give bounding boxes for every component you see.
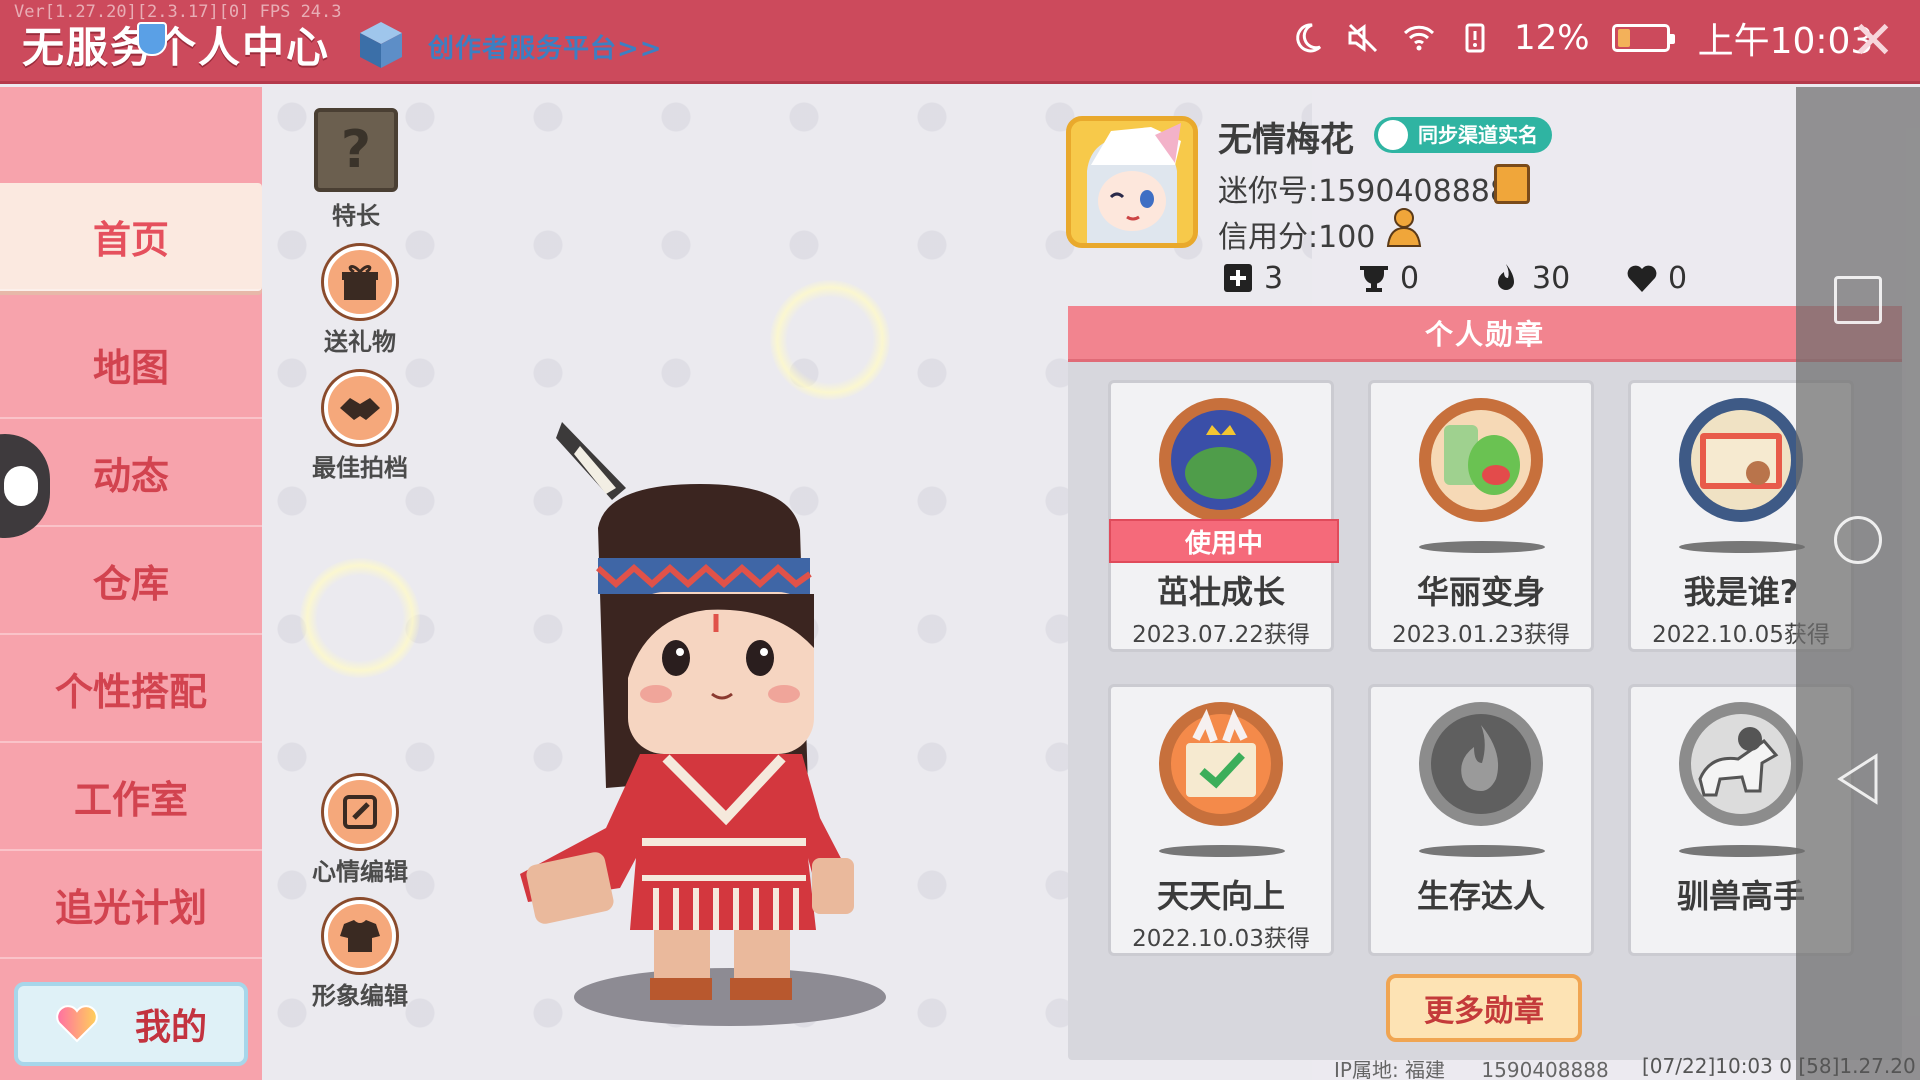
ip-location: IP属地: 福建 [1334, 1058, 1446, 1080]
medal-header: 个人勋章 [1068, 306, 1902, 362]
status-bar: 12% 上午10:03 [1290, 16, 1873, 62]
footer-ip: IP属地: 福建 1590408888 [1334, 1054, 1609, 1080]
close-button[interactable]: ✕ [1848, 15, 1898, 67]
stat-heart-value: 0 [1668, 260, 1688, 296]
best-partner-label: 最佳拍档 [312, 454, 408, 482]
avatar[interactable] [1066, 116, 1198, 248]
badge-shadow [1679, 845, 1805, 857]
credit-user-icon[interactable] [1384, 206, 1426, 248]
stat-plus-value: 3 [1264, 260, 1284, 296]
credit-score: 信用分:100 [1218, 220, 1376, 255]
shield-icon [137, 22, 167, 56]
talent-label: 特长 [332, 202, 380, 230]
calendar-rabbit-icon [1159, 702, 1283, 826]
medal-card-4[interactable]: 生存达人 [1368, 684, 1594, 956]
more-medals-button[interactable]: 更多勋章 [1386, 974, 1582, 1042]
gift-icon [324, 246, 396, 318]
medal-date: 2023.07.22获得 [1132, 622, 1310, 648]
medal-card-0[interactable]: 使用中 茁壮成长 2023.07.22获得 [1108, 380, 1339, 652]
fire-icon [1498, 264, 1514, 290]
medal-name: 天天向上 [1156, 877, 1285, 915]
sidebar-item-outfit[interactable]: 个性搭配 [0, 635, 262, 743]
using-badge: 使用中 [1109, 519, 1339, 563]
stat-fire-value: 30 [1532, 260, 1571, 296]
stat-trophy[interactable]: 0 [1358, 258, 1419, 298]
mood-edit-label: 心情编辑 [312, 858, 408, 886]
mini-id: 迷你号:1590408888 [1218, 174, 1509, 209]
moon-icon [1296, 23, 1322, 53]
trophy-icon [1360, 266, 1388, 292]
battery-alert-icon [1465, 23, 1485, 53]
stat-fire[interactable]: 30 [1490, 258, 1570, 298]
top-bar: Ver[1.27.20][2.3.17][0] FPS 24.3 无服务个人中心… [0, 0, 1920, 84]
system-nav-bar [1796, 87, 1920, 1080]
home-icon[interactable] [1834, 516, 1882, 564]
battery-percent: 12% [1514, 18, 1590, 58]
sidebar-item-chase-light[interactable]: 追光计划 [0, 851, 262, 959]
footer-build-info: [07/22]10:03 0 [58]1.27.20 [1642, 1054, 1916, 1078]
copy-icon[interactable] [1494, 164, 1530, 204]
page-title: 无服务个人中心 [22, 23, 331, 72]
badge-shadow [1419, 845, 1545, 857]
mine-button[interactable]: 我的 [14, 982, 248, 1066]
talent-button[interactable]: ? 特长 [306, 108, 406, 231]
broken-heart-icon [1627, 265, 1657, 292]
sidebar-item-warehouse[interactable]: 仓库 [0, 527, 262, 635]
medal-panel: 个人勋章 使用中 茁壮成长 2023.07.22获得 华丽变身 2023.01.… [1068, 306, 1902, 1060]
outfit-icon [324, 900, 396, 972]
campfire-icon [1419, 702, 1543, 826]
medal-card-1[interactable]: 华丽变身 2023.01.23获得 [1368, 380, 1594, 652]
handshake-icon [324, 372, 396, 444]
medal-name: 茁壮成长 [1156, 573, 1285, 611]
image-edit-button[interactable]: 形象编辑 [310, 900, 410, 1011]
realname-label: 同步渠道实名 [1418, 123, 1538, 147]
image-edit-label: 形象编辑 [312, 982, 408, 1010]
sidebar: 首页 地图 动态 仓库 个性搭配 工作室 追光计划 [0, 87, 262, 1080]
battery-icon [1611, 24, 1675, 52]
creator-platform-link[interactable]: 创作者服务平台>> [428, 28, 663, 65]
frog-king-icon [1159, 398, 1283, 522]
footer-id: 1590408888 [1481, 1058, 1609, 1080]
back-icon[interactable] [1834, 752, 1882, 806]
badge-shadow [1419, 541, 1545, 553]
stat-trophy-value: 0 [1400, 260, 1420, 296]
clock: 上午10:03 [1697, 21, 1874, 62]
medal-name: 华丽变身 [1416, 573, 1545, 611]
edit-icon [324, 776, 396, 848]
medal-card-3[interactable]: 天天向上 2022.10.03获得 [1108, 684, 1334, 956]
mute-icon [1348, 23, 1378, 53]
send-gift-button[interactable]: 送礼物 [310, 246, 410, 357]
medal-date: 2023.01.23获得 [1392, 622, 1570, 648]
sidebar-item-studio[interactable]: 工作室 [0, 743, 262, 851]
medal-name: 生存达人 [1416, 877, 1545, 915]
mood-edit-button[interactable]: 心情编辑 [310, 776, 410, 887]
send-gift-label: 送礼物 [324, 328, 396, 356]
mine-label: 我的 [134, 1007, 207, 1048]
best-partner-button[interactable]: 最佳拍档 [310, 372, 410, 483]
stat-plus[interactable]: 3 [1222, 258, 1283, 298]
nickname: 无情梅花 [1218, 120, 1354, 160]
wifi-icon [1403, 25, 1435, 51]
question-mark-icon: ? [314, 108, 398, 192]
medal-date: 2022.10.03获得 [1132, 926, 1310, 952]
realname-badge[interactable]: 同步渠道实名 [1374, 117, 1552, 153]
badge-shadow [1159, 845, 1285, 857]
badge-shadow [1679, 541, 1805, 553]
character-avatar[interactable] [516, 418, 926, 1008]
user-verified-icon [1378, 120, 1408, 150]
sparkle-decoration [770, 280, 890, 400]
sidebar-item-map[interactable]: 地图 [0, 311, 262, 419]
stat-heart[interactable]: 0 [1626, 258, 1687, 298]
sparkle-decoration [300, 558, 420, 678]
cube-icon[interactable] [358, 20, 404, 70]
dino-mirror-icon [1419, 398, 1543, 522]
plus-box-icon [1224, 264, 1252, 292]
recent-apps-icon[interactable] [1834, 276, 1882, 324]
heart-icon [56, 1005, 98, 1043]
horse-rider-icon [1679, 702, 1803, 826]
postcard-icon [1679, 398, 1803, 522]
sidebar-item-home[interactable]: 首页 [0, 183, 262, 291]
